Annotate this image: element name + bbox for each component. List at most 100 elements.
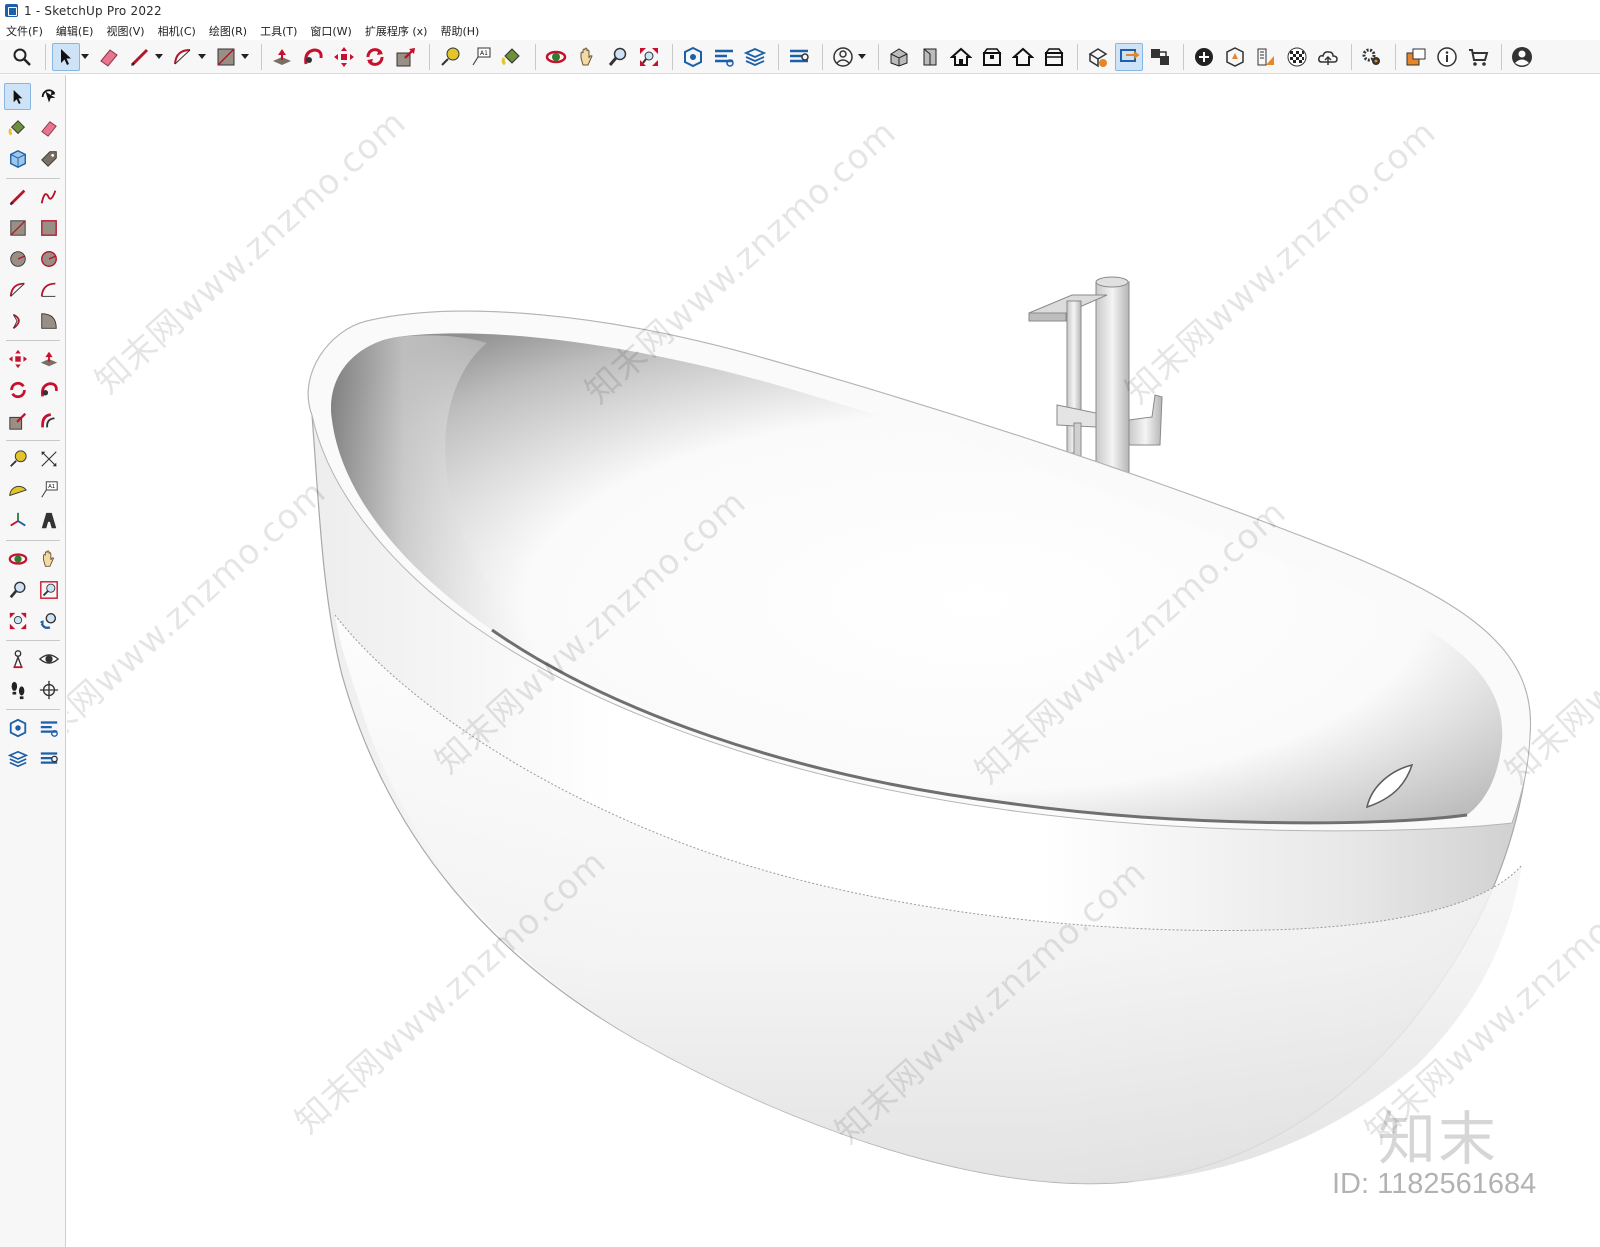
arc-icon[interactable]: [169, 43, 197, 71]
add-location-icon[interactable]: [1190, 43, 1218, 71]
zoom-extents-icon[interactable]: [4, 607, 31, 634]
style-builder-icon[interactable]: [785, 43, 813, 71]
zoom-icon[interactable]: [4, 576, 31, 603]
zoom-icon[interactable]: [604, 43, 632, 71]
right-view-icon[interactable]: [978, 43, 1006, 71]
three-point-arc-icon[interactable]: [4, 307, 31, 334]
chevron-down-icon[interactable]: [80, 43, 90, 71]
layout-icon[interactable]: [4, 745, 31, 772]
iso-view-icon[interactable]: [885, 43, 913, 71]
move-icon[interactable]: [4, 345, 31, 372]
zoom-extents-icon[interactable]: [635, 43, 663, 71]
extension-warehouse-icon[interactable]: [35, 714, 62, 741]
paint-bucket-icon[interactable]: [4, 114, 31, 141]
back-view-icon[interactable]: [1009, 43, 1037, 71]
section-plane-icon[interactable]: [1084, 43, 1112, 71]
eraser-icon[interactable]: [95, 43, 123, 71]
pie-icon[interactable]: [35, 307, 62, 334]
orbit-icon[interactable]: [4, 545, 31, 572]
model-viewport[interactable]: 知末网www.znzmo.com 知末网www.znzmo.com 知末网www…: [67, 75, 1600, 1247]
rotated-rectangle-icon[interactable]: [35, 214, 62, 241]
menu-edit[interactable]: 编辑(E): [56, 23, 94, 39]
follow-me-icon[interactable]: [35, 376, 62, 403]
select-icon[interactable]: [52, 42, 80, 71]
offset-icon[interactable]: [35, 407, 62, 434]
menu-file[interactable]: 文件(F): [6, 23, 43, 39]
orbit-icon[interactable]: [542, 43, 570, 71]
circle-icon[interactable]: [4, 245, 31, 272]
previous-view-icon[interactable]: [35, 607, 62, 634]
style-builder-icon[interactable]: [35, 745, 62, 772]
text-icon[interactable]: A1: [35, 476, 62, 503]
outliner-icon[interactable]: [1402, 43, 1430, 71]
toolbar-divider: [672, 43, 673, 70]
protractor-icon[interactable]: [4, 476, 31, 503]
eraser-icon[interactable]: [35, 114, 62, 141]
two-point-arc-icon[interactable]: [35, 276, 62, 303]
top-view-icon[interactable]: [916, 43, 944, 71]
account-icon[interactable]: [1508, 43, 1536, 71]
chevron-down-icon[interactable]: [240, 43, 250, 71]
paint-bucket-icon[interactable]: [498, 43, 526, 71]
text-icon[interactable]: A1: [467, 43, 495, 71]
warehouse-icon[interactable]: [679, 43, 707, 71]
tape-measure-icon[interactable]: [436, 43, 464, 71]
follow-me-icon[interactable]: [299, 43, 327, 71]
axes-icon[interactable]: [4, 507, 31, 534]
component-icon[interactable]: [1146, 43, 1174, 71]
select-icon[interactable]: [4, 83, 31, 110]
freehand-icon[interactable]: [35, 183, 62, 210]
zoom-window-icon[interactable]: [35, 576, 62, 603]
settings-icon[interactable]: [1358, 43, 1386, 71]
scale-icon[interactable]: [4, 407, 31, 434]
menu-draw[interactable]: 绘图(R): [209, 23, 247, 39]
preview-icon[interactable]: [1283, 43, 1311, 71]
cart-icon[interactable]: [1464, 43, 1492, 71]
layout-icon[interactable]: [741, 43, 769, 71]
sandbox-icon[interactable]: [1221, 43, 1249, 71]
tape-measure-icon[interactable]: [4, 445, 31, 472]
search-icon[interactable]: [8, 43, 36, 71]
photo-texture-icon[interactable]: [1252, 43, 1280, 71]
position-camera-icon[interactable]: [4, 645, 31, 672]
walk-icon[interactable]: [4, 676, 31, 703]
rectangle-icon[interactable]: [4, 214, 31, 241]
extension-warehouse-icon[interactable]: [710, 43, 738, 71]
pan-icon[interactable]: [35, 545, 62, 572]
menu-help[interactable]: 帮助(H): [440, 23, 479, 39]
scale-icon[interactable]: [392, 43, 420, 71]
rectangle-icon[interactable]: [212, 43, 240, 71]
info-icon[interactable]: [1433, 43, 1461, 71]
push-pull-icon[interactable]: [268, 43, 296, 71]
chevron-down-icon[interactable]: [857, 43, 867, 71]
move-icon[interactable]: [330, 43, 358, 71]
menu-window[interactable]: 窗口(W): [310, 23, 351, 39]
orbit-icon[interactable]: [35, 83, 62, 110]
menu-tools[interactable]: 工具(T): [260, 23, 297, 39]
3d-text-icon[interactable]: [35, 507, 62, 534]
pan-icon[interactable]: [573, 43, 601, 71]
component-icon[interactable]: [4, 145, 31, 172]
tag-icon[interactable]: [35, 145, 62, 172]
section-plane-icon[interactable]: [35, 676, 62, 703]
chevron-down-icon[interactable]: [197, 43, 207, 71]
menu-extensions[interactable]: 扩展程序 (x): [365, 23, 428, 39]
arc-icon[interactable]: [4, 276, 31, 303]
rotate-icon[interactable]: [361, 43, 389, 71]
section-display-icon[interactable]: [1115, 42, 1143, 71]
front-view-icon[interactable]: [947, 43, 975, 71]
look-around-icon[interactable]: [35, 645, 62, 672]
menu-view[interactable]: 视图(V): [106, 23, 144, 39]
chevron-down-icon[interactable]: [154, 43, 164, 71]
line-icon[interactable]: [4, 183, 31, 210]
user-icon[interactable]: [829, 43, 857, 71]
menu-camera[interactable]: 相机(C): [158, 23, 196, 39]
cloud-icon[interactable]: [1314, 43, 1342, 71]
push-pull-icon[interactable]: [35, 345, 62, 372]
rotate-icon[interactable]: [4, 376, 31, 403]
left-view-icon[interactable]: [1040, 43, 1068, 71]
polygon-icon[interactable]: [35, 245, 62, 272]
dimension-icon[interactable]: [35, 445, 62, 472]
warehouse-icon[interactable]: [4, 714, 31, 741]
pencil-icon[interactable]: [126, 43, 154, 71]
